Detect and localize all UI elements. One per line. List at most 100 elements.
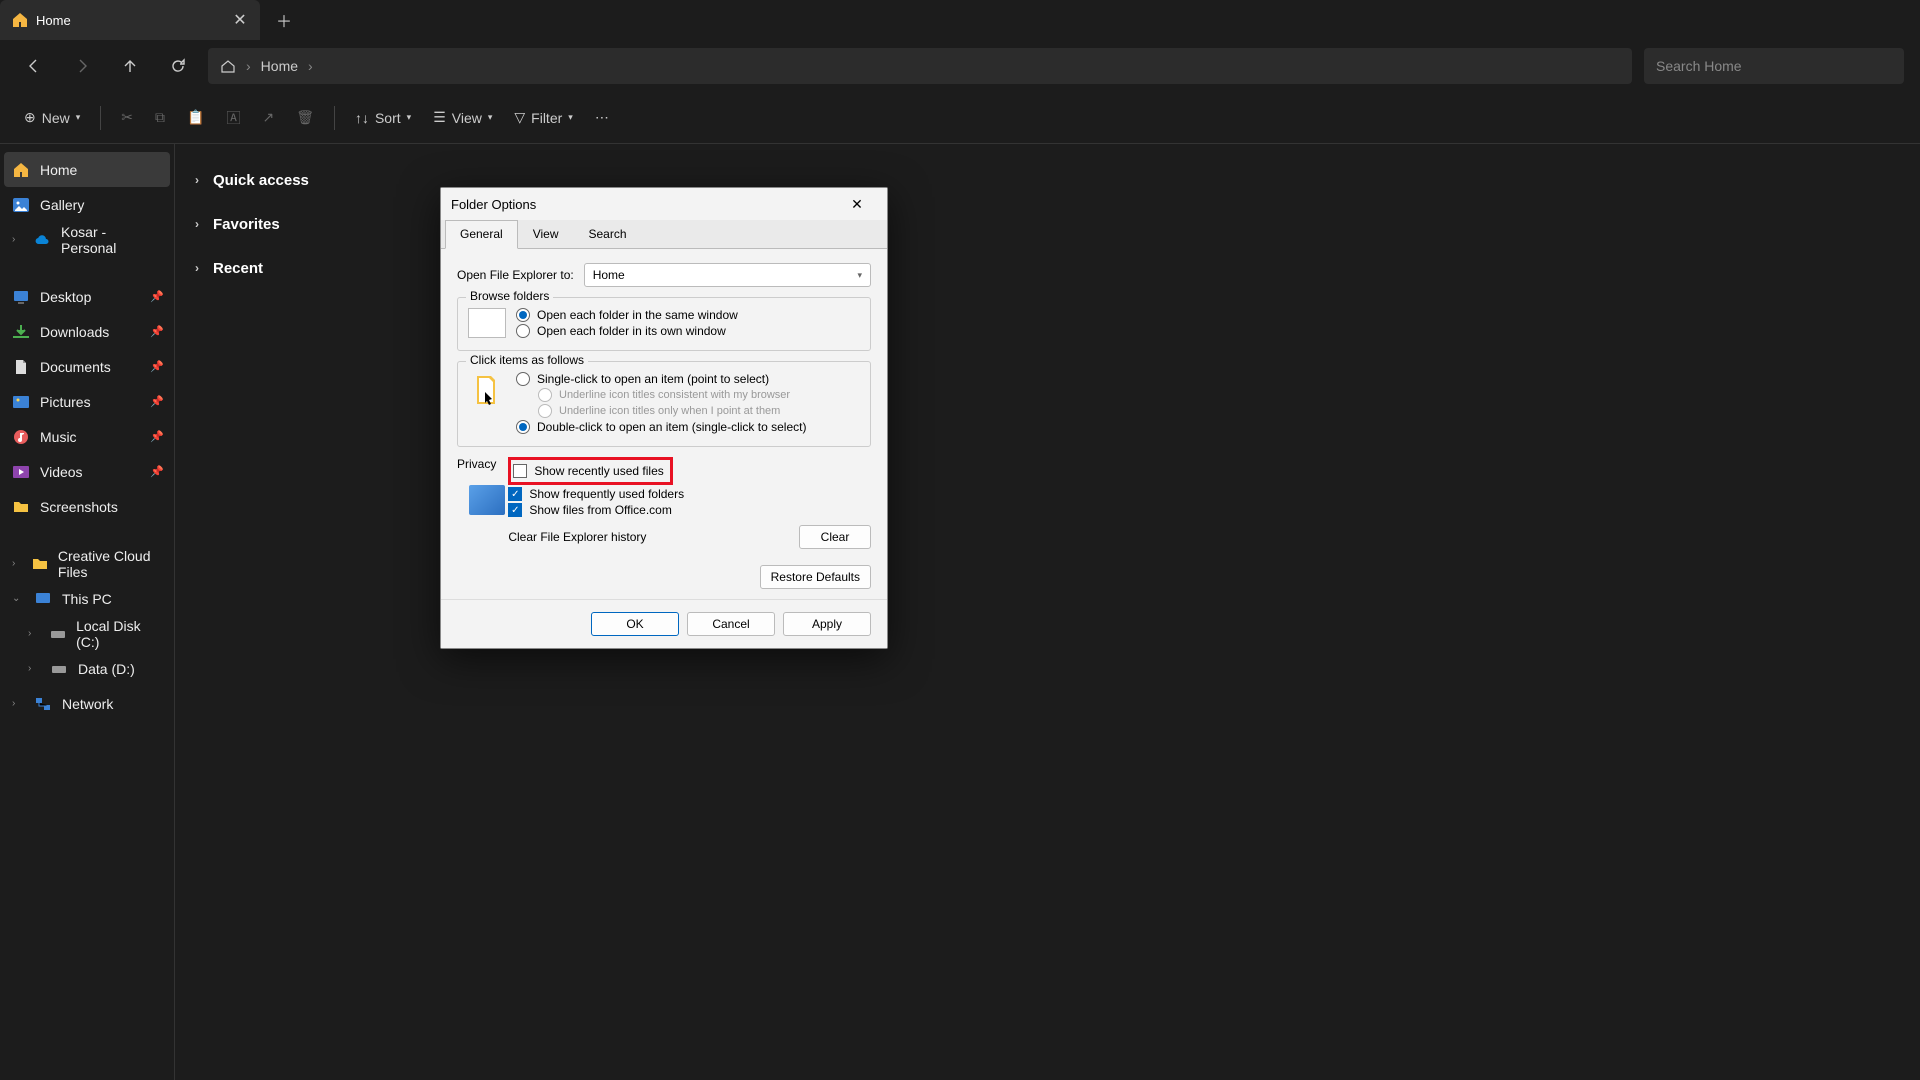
radio-icon [516,420,530,434]
sidebar-item-gallery[interactable]: Gallery [0,187,174,222]
radio-label: Underline icon titles only when I point … [559,405,780,417]
sidebar-item-music[interactable]: Music 📌 [0,419,174,454]
highlighted-option: Show recently used files [508,457,672,485]
clipboard-icon: 📋 [187,109,204,126]
delete-button[interactable]: 🗑 [288,100,322,136]
forward-button[interactable] [64,48,100,84]
nav-bar: › Home › Search Home [0,40,1920,92]
browser-tab[interactable]: Home ✕ [0,0,260,40]
sidebar-item-label: Downloads [40,324,109,340]
toolbar: ⊕ New ▾ ✂ ⧉ 📋 🄰 ↗ 🗑 ↑↓ Sort ▾ ☰ View ▾ ▽… [0,92,1920,144]
cut-button[interactable]: ✂ [113,100,141,136]
tab-search[interactable]: Search [574,220,642,248]
radio-icon [538,404,552,418]
refresh-button[interactable] [160,48,196,84]
more-button[interactable]: ⋯ [587,100,617,136]
sidebar-item-documents[interactable]: Documents 📌 [0,349,174,384]
chevron-down-icon: ▾ [76,112,81,123]
view-label: View [452,110,482,126]
tab-bar: Home ✕ ＋ [0,0,1920,40]
sort-label: Sort [375,110,401,126]
checkbox-frequent-folders[interactable]: ✓ Show frequently used folders [508,487,871,501]
tab-general[interactable]: General [445,220,518,249]
sidebar-item-label: Documents [40,359,111,375]
section-label: Favorites [213,216,280,233]
breadcrumb[interactable]: › Home › [208,48,1632,84]
open-to-select[interactable]: Home ▾ [584,263,871,287]
radio-label: Single-click to open an item (point to s… [537,372,769,386]
radio-label: Open each folder in the same window [537,308,738,322]
close-icon[interactable]: ✕ [232,12,248,28]
checkbox-icon [513,464,527,478]
sidebar-item-videos[interactable]: Videos 📌 [0,454,174,489]
radio-double-click[interactable]: Double-click to open an item (single-cli… [516,420,860,434]
group-legend: Browse folders [466,289,553,303]
privacy-icon [469,481,505,515]
clear-button[interactable]: Clear [799,525,871,549]
clear-history-label: Clear File Explorer history [508,530,646,544]
rename-button[interactable]: 🄰 [218,100,248,136]
pin-icon: 📌 [150,465,164,478]
radio-own-window[interactable]: Open each folder in its own window [516,324,860,338]
radio-single-click[interactable]: Single-click to open an item (point to s… [516,372,860,386]
sidebar-item-label: Screenshots [40,499,118,515]
sidebar-item-downloads[interactable]: Downloads 📌 [0,314,174,349]
sidebar-item-network[interactable]: › Network [0,686,174,721]
sidebar-item-desktop[interactable]: Desktop 📌 [0,279,174,314]
radio-same-window[interactable]: Open each folder in the same window [516,308,860,322]
sidebar-item-label: Network [62,696,113,712]
ok-button[interactable]: OK [591,612,679,636]
sidebar-item-this-pc[interactable]: ⌄ This PC [0,581,174,616]
cursor-icon [468,372,506,410]
apply-button[interactable]: Apply [783,612,871,636]
share-button[interactable]: ↗ [254,100,282,136]
radio-icon [516,372,530,386]
filter-button[interactable]: ▽ Filter ▾ [506,100,580,136]
checkbox-icon: ✓ [508,487,522,501]
restore-defaults-button[interactable]: Restore Defaults [760,565,871,589]
tab-title: Home [36,13,224,28]
copy-icon: ⧉ [155,109,165,126]
search-input[interactable]: Search Home [1644,48,1904,84]
sidebar-item-data-d[interactable]: › Data (D:) [0,651,174,686]
view-button[interactable]: ☰ View ▾ [425,100,500,136]
sidebar-item-pictures[interactable]: Pictures 📌 [0,384,174,419]
radio-label: Underline icon titles consistent with my… [559,389,790,401]
sort-button[interactable]: ↑↓ Sort ▾ [347,100,419,136]
back-button[interactable] [16,48,52,84]
tab-view[interactable]: View [518,220,574,248]
sidebar-item-screenshots[interactable]: Screenshots [0,489,174,524]
dialog-titlebar: Folder Options ✕ [441,188,887,220]
radio-icon [516,308,530,322]
chevron-down-icon: ⌄ [12,593,24,604]
folder-preview-icon [468,308,506,338]
cloud-icon [34,231,51,249]
filter-icon: ▽ [514,109,525,126]
paste-button[interactable]: 📋 [179,100,212,136]
pin-icon: 📌 [150,290,164,303]
checkbox-office-files[interactable]: ✓ Show files from Office.com [508,503,871,517]
copy-button[interactable]: ⧉ [147,100,173,136]
sidebar-item-label: Gallery [40,197,84,213]
home-icon [220,58,236,74]
folder-icon [12,498,30,516]
cancel-button[interactable]: Cancel [687,612,775,636]
new-tab-button[interactable]: ＋ [266,2,302,38]
sidebar-item-home[interactable]: Home [4,152,170,187]
video-icon [12,463,30,481]
checkbox-recent-files[interactable]: Show recently used files [513,464,663,478]
close-button[interactable]: ✕ [837,190,877,218]
sidebar-item-local-disk-c[interactable]: › Local Disk (C:) [0,616,174,651]
up-button[interactable] [112,48,148,84]
sidebar-item-label: Desktop [40,289,91,305]
trash-icon: 🗑 [296,109,314,126]
sidebar-item-onedrive[interactable]: › Kosar - Personal [0,222,174,257]
chevron-down-icon: ▾ [488,112,493,123]
sidebar-item-creative-cloud[interactable]: › Creative Cloud Files [0,546,174,581]
new-button[interactable]: ⊕ New ▾ [16,100,88,136]
sidebar-item-label: Videos [40,464,83,480]
content-area: › Quick access › Favorites › Recent [175,144,1920,1080]
new-label: New [42,110,70,126]
privacy-group: Privacy Show recently used files ✓ Show … [457,457,871,555]
chevron-right-icon: › [12,234,24,245]
